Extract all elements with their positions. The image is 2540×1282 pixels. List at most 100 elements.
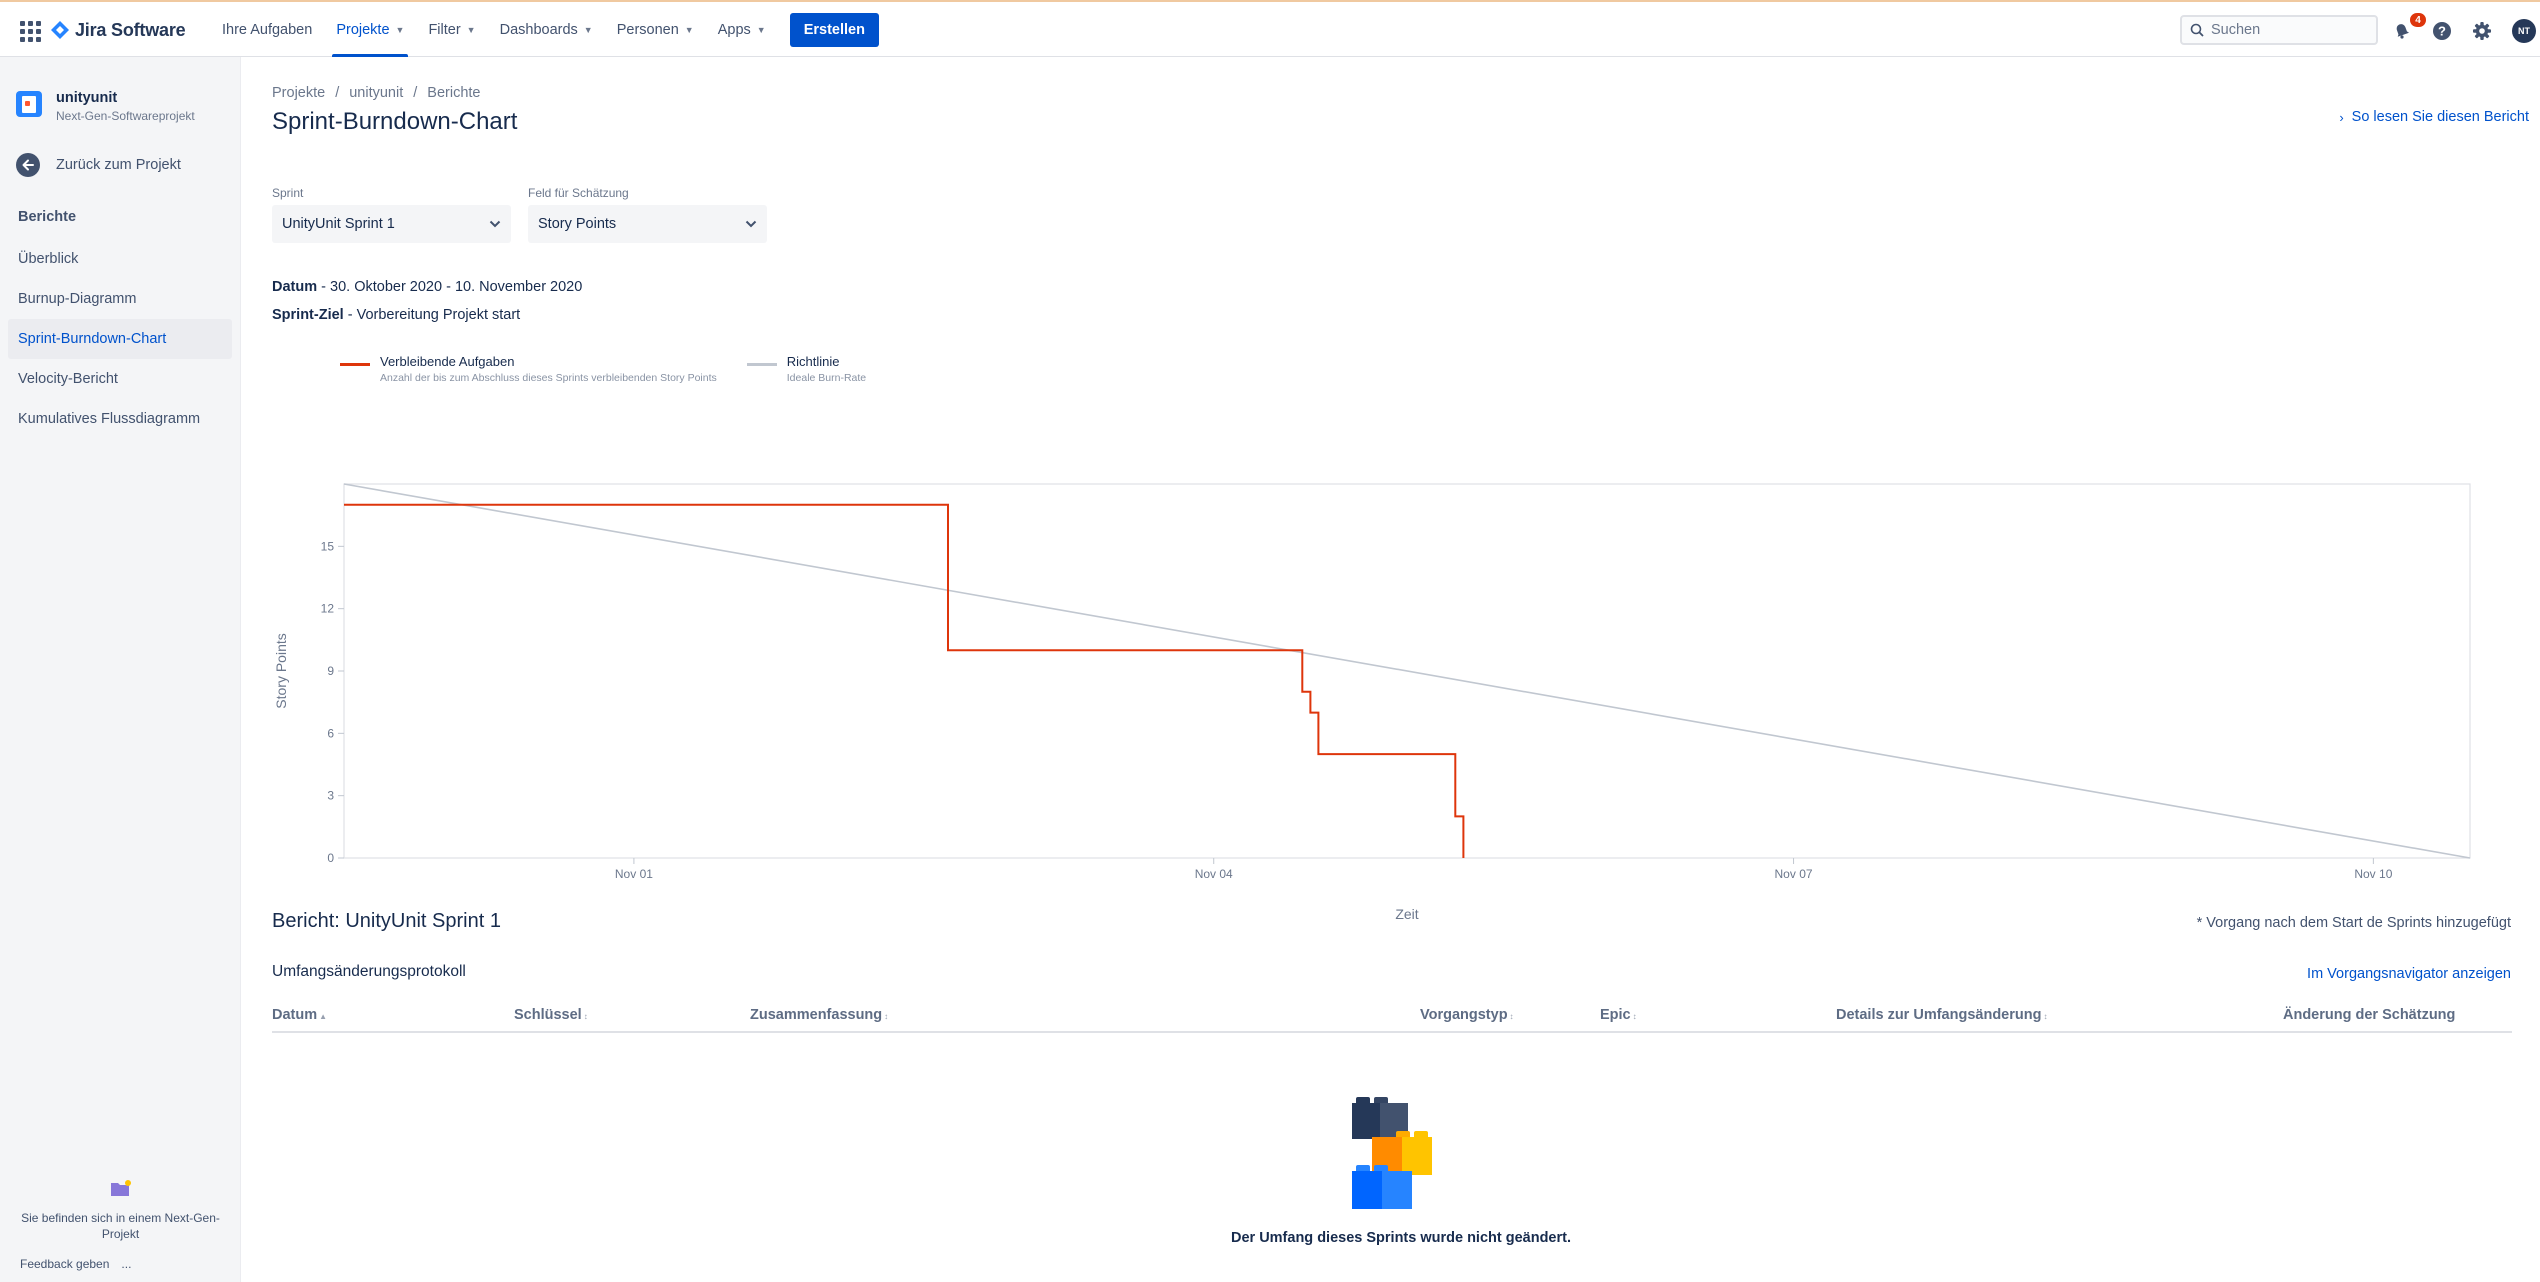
primary-nav: Ihre Aufgaben Projekte ▼ Filter ▼ Dashboar… bbox=[210, 2, 879, 57]
sidebar-item-burnup[interactable]: Burnup-Diagramm bbox=[8, 279, 232, 319]
y-tick-label: 3 bbox=[327, 789, 334, 803]
column-header-key[interactable]: Schlüssel ↕ bbox=[514, 1007, 588, 1023]
column-header-date[interactable]: Datum ▲ bbox=[272, 1007, 327, 1023]
jira-logo[interactable]: Jira Software bbox=[51, 17, 186, 43]
create-button[interactable]: Erstellen bbox=[789, 12, 879, 47]
nav-label: Projekte bbox=[336, 21, 390, 38]
column-header-summary[interactable]: Zusammenfassung ↕ bbox=[750, 1007, 888, 1023]
issue-navigator-link[interactable]: Im Vorgangsnavigator anzeigen bbox=[2307, 966, 2511, 982]
more-options-button[interactable]: ... bbox=[121, 1257, 131, 1271]
chevron-down-icon bbox=[489, 220, 501, 228]
nav-filters[interactable]: Filter ▼ bbox=[416, 2, 487, 57]
legend-swatch bbox=[340, 363, 370, 366]
sidebar-item-velocity[interactable]: Velocity-Bericht bbox=[8, 359, 232, 399]
project-header[interactable]: unityunit Next-Gen-Softwareprojekt bbox=[16, 90, 195, 123]
search-icon bbox=[2190, 23, 2204, 37]
legend-item-remaining[interactable]: Verbleibende Aufgaben Anzahl der bis zum… bbox=[340, 354, 717, 384]
chart-legend: Verbleibende Aufgaben Anzahl der bis zum… bbox=[340, 354, 866, 384]
reports-heading: Berichte bbox=[18, 209, 77, 225]
report-footnote: * Vorgang nach dem Start de Sprints hinz… bbox=[2196, 915, 2511, 931]
breadcrumb: Projekte / unityunit / Berichte bbox=[272, 85, 480, 101]
report-title: Bericht: UnityUnit Sprint 1 bbox=[272, 910, 501, 932]
nav-people[interactable]: Personen ▼ bbox=[605, 2, 706, 57]
next-gen-text: Sie befinden sich in einem Next-Gen-Proj… bbox=[21, 1211, 220, 1241]
nav-label: Dashboards bbox=[499, 21, 578, 38]
nav-label: Ihre Aufgaben bbox=[222, 21, 313, 38]
estimation-field-select[interactable]: Story Points bbox=[528, 205, 767, 243]
chevron-down-icon: ▼ bbox=[583, 24, 593, 35]
sprint-dates: Datum - 30. Oktober 2020 - 10. November … bbox=[272, 279, 582, 295]
breadcrumb-project[interactable]: unityunit bbox=[349, 85, 403, 101]
legend-swatch bbox=[746, 363, 777, 366]
legend-title: Verbleibende Aufgaben bbox=[380, 354, 515, 369]
project-sidebar: unityunit Next-Gen-Softwareprojekt Zurüc… bbox=[0, 57, 241, 1282]
y-tick-label: 12 bbox=[321, 602, 335, 616]
sprint-goal: Sprint-Ziel - Vorbereitung Projekt start bbox=[272, 307, 520, 323]
back-to-project-link[interactable]: Zurück zum Projekt bbox=[16, 153, 181, 177]
chevron-down-icon bbox=[745, 220, 757, 228]
nav-label: Filter bbox=[428, 21, 461, 38]
nav-projects[interactable]: Projekte ▼ bbox=[324, 2, 416, 57]
column-label: Datum bbox=[272, 1007, 318, 1023]
column-header-issue-type[interactable]: Vorgangstyp ↕ bbox=[1420, 1007, 1514, 1023]
main-content: Projekte / unityunit / Berichte Sprint-B… bbox=[242, 57, 2540, 1282]
column-header-estimate-change: Änderung der Schätzung bbox=[2283, 1007, 2455, 1023]
goal-label: Sprint-Ziel bbox=[272, 307, 344, 323]
feedback-link[interactable]: Feedback geben bbox=[20, 1257, 109, 1271]
date-label: Datum bbox=[272, 279, 318, 295]
search-input[interactable] bbox=[2211, 22, 2361, 38]
sprint-label: Sprint bbox=[272, 186, 304, 200]
series-line-guideline bbox=[343, 483, 2471, 859]
column-label: Details zur Umfangsänderung bbox=[1836, 1007, 2042, 1023]
x-tick-label: Nov 01 bbox=[615, 867, 653, 881]
legend-title: Richtlinie bbox=[786, 354, 840, 369]
feedback-row: Feedback geben ... bbox=[20, 1257, 131, 1271]
x-axis-label: Zeit bbox=[1395, 906, 1418, 922]
help-link-label: So lesen Sie diesen Bericht bbox=[2351, 109, 2529, 125]
next-gen-folder-icon bbox=[110, 1180, 131, 1196]
user-avatar[interactable]: NT bbox=[2512, 19, 2536, 43]
sidebar-item-sprint-burndown[interactable]: Sprint-Burndown-Chart bbox=[8, 319, 232, 359]
back-label: Zurück zum Projekt bbox=[56, 157, 181, 173]
breadcrumb-reports[interactable]: Berichte bbox=[427, 85, 480, 101]
sidebar-item-cumulative-flow[interactable]: Kumulatives Flussdiagramm bbox=[8, 399, 232, 439]
nav-dashboards[interactable]: Dashboards ▼ bbox=[488, 2, 605, 57]
settings-gear-icon[interactable] bbox=[2470, 19, 2494, 43]
gear-icon bbox=[2473, 22, 2491, 40]
column-label: Epic bbox=[1600, 1007, 1631, 1023]
nav-apps[interactable]: Apps ▼ bbox=[706, 2, 778, 57]
x-tick-label: Nov 10 bbox=[2354, 867, 2392, 881]
notification-badge: 4 bbox=[2409, 12, 2427, 28]
breadcrumb-separator: / bbox=[335, 85, 340, 101]
column-label: Vorgangstyp bbox=[1420, 1007, 1508, 1023]
column-header-scope-details[interactable]: Details zur Umfangsänderung ↕ bbox=[1836, 1007, 2047, 1023]
app-switcher-icon[interactable] bbox=[17, 18, 41, 42]
how-to-read-link[interactable]: › So lesen Sie diesen Bericht bbox=[2339, 109, 2529, 125]
breadcrumb-projects[interactable]: Projekte bbox=[272, 85, 325, 101]
x-tick-label: Nov 04 bbox=[1195, 867, 1233, 881]
arrow-left-icon bbox=[16, 153, 40, 177]
estimation-select-value: Story Points bbox=[538, 216, 617, 232]
nav-your-work[interactable]: Ihre Aufgaben bbox=[210, 2, 324, 57]
help-icon[interactable]: ? bbox=[2430, 19, 2454, 43]
breadcrumb-separator: / bbox=[413, 85, 418, 101]
nav-label: Personen bbox=[616, 21, 679, 38]
sort-icon: ↕ bbox=[884, 1012, 889, 1021]
svg-text:?: ? bbox=[2438, 24, 2446, 39]
bell-icon bbox=[2396, 24, 2410, 39]
sidebar-item-overview[interactable]: Überblick bbox=[8, 239, 232, 279]
y-tick-label: 15 bbox=[321, 539, 335, 553]
x-tick-label: Nov 07 bbox=[1775, 867, 1813, 881]
chevron-down-icon: ▼ bbox=[756, 24, 766, 35]
chevron-down-icon: ▼ bbox=[684, 24, 694, 35]
sort-icon: ↕ bbox=[2043, 1012, 2048, 1021]
app-name: Jira Software bbox=[75, 19, 186, 40]
sort-icon: ↕ bbox=[1509, 1012, 1514, 1021]
y-tick-label: 0 bbox=[327, 851, 334, 865]
legend-item-guideline[interactable]: Richtlinie Ideale Burn-Rate bbox=[746, 354, 866, 384]
sort-icon: ▲ bbox=[319, 1012, 328, 1021]
sprint-select[interactable]: UnityUnit Sprint 1 bbox=[272, 205, 511, 243]
search-box[interactable] bbox=[2180, 15, 2378, 45]
column-header-epic[interactable]: Epic ↕ bbox=[1600, 1007, 1637, 1023]
y-axis-label: Story Points bbox=[273, 633, 289, 708]
